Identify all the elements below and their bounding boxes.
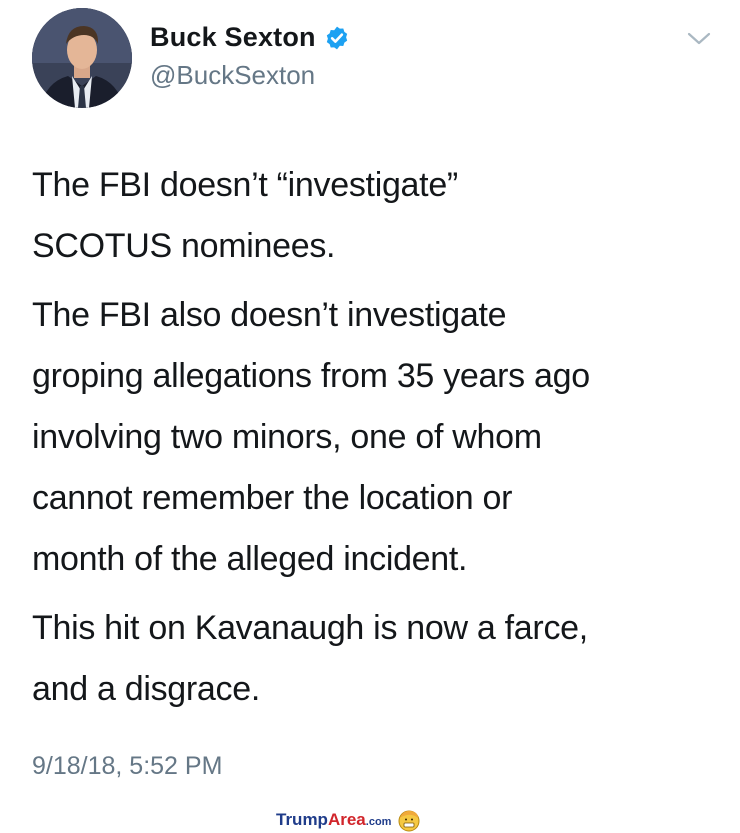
tweet-line: groping allegations from 35 years ago: [32, 357, 590, 395]
avatar[interactable]: [32, 8, 132, 108]
tweet-timestamp[interactable]: 9/18/18, 5:52 PM: [32, 752, 222, 781]
watermark: TrumpArea.com: [276, 808, 421, 832]
tweet-paragraph: The FBI doesn’t “investigate” SCOTUS nom…: [32, 155, 722, 277]
tweet-line: The FBI also doesn’t investigate: [32, 296, 507, 334]
tweet-card: Buck Sexton @BuckSexton The FBI doesn’t …: [0, 0, 740, 833]
watermark-part-trump: Trump: [276, 810, 328, 829]
chevron-down-icon[interactable]: [686, 30, 712, 48]
tweet-text: The FBI doesn’t “investigate” SCOTUS nom…: [32, 155, 722, 728]
tweet-line: This hit on Kavanaugh is now a farce,: [32, 609, 588, 647]
watermark-part-com: .com: [365, 816, 392, 828]
tweet-line: and a disgrace.: [32, 670, 260, 708]
author-handle[interactable]: @BuckSexton: [150, 60, 315, 91]
avatar-image: [32, 8, 132, 108]
tweet-paragraph: The FBI also doesn’t investigate groping…: [32, 285, 722, 590]
watermark-text: TrumpArea.com: [276, 810, 391, 830]
tweet-line: cannot remember the location or: [32, 479, 513, 517]
watermark-part-area: Area: [327, 810, 366, 829]
tweet-line: SCOTUS nominees.: [32, 227, 336, 265]
trump-emoji-icon: [398, 810, 420, 832]
tweet-line: The FBI doesn’t “investigate”: [32, 166, 458, 204]
author-display-name[interactable]: Buck Sexton: [150, 22, 316, 53]
tweet-paragraph: This hit on Kavanaugh is now a farce, an…: [32, 598, 722, 720]
tweet-line: involving two minors, one of whom: [32, 418, 542, 456]
author-name-row: Buck Sexton: [150, 22, 350, 53]
verified-badge-icon: [326, 26, 347, 49]
tweet-line: month of the alleged incident.: [32, 540, 468, 578]
